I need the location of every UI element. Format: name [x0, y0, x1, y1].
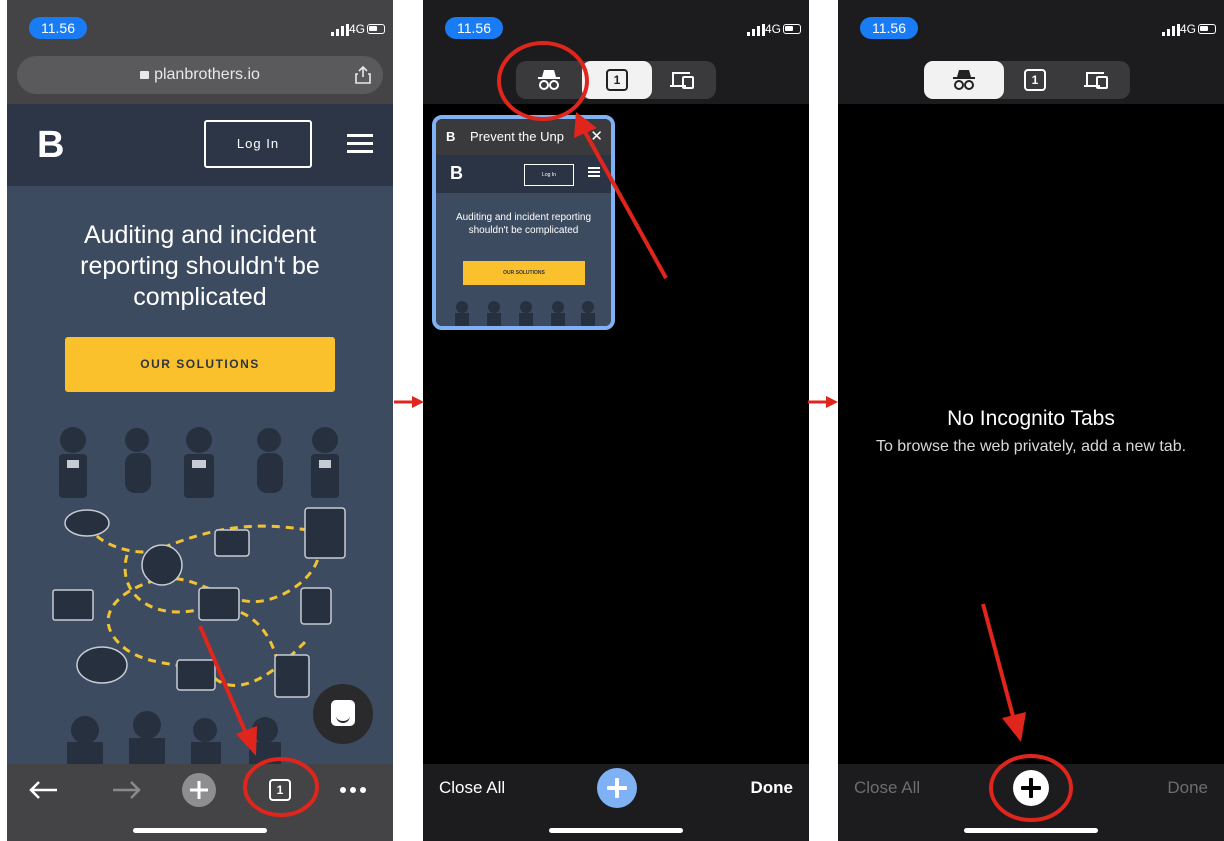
status-bar: 11.56 4G: [7, 0, 393, 46]
status-time: 11.56: [29, 17, 87, 39]
menu-icon[interactable]: [347, 134, 373, 154]
tab-group-switcher: 1: [516, 61, 716, 99]
tab-switcher-toolbar: Close All Done: [838, 764, 1224, 841]
back-arrow-icon[interactable]: [23, 772, 73, 808]
incognito-icon: [538, 70, 560, 90]
screen-incognito-tabs: 11.56 4G 1 No Incognito Tabs To browse t…: [838, 0, 1224, 841]
preview-cta: OUR SOLUTIONS: [463, 261, 585, 285]
home-indicator: [964, 828, 1098, 833]
empty-state-title: No Incognito Tabs: [947, 407, 1115, 430]
network-label: 4G: [348, 22, 365, 36]
home-indicator: [549, 828, 683, 833]
tab-group-switcher: 1: [924, 61, 1130, 99]
site-header: B Log In: [7, 104, 393, 186]
tab-count-badge: 1: [606, 69, 628, 91]
battery-icon: [783, 24, 801, 34]
battery-icon: [1198, 24, 1216, 34]
preview-login-button: Log In: [524, 164, 574, 186]
browser-toolbar: 1: [7, 764, 393, 841]
close-all-button[interactable]: Close All: [854, 778, 920, 798]
status-time: 11.56: [860, 17, 918, 39]
close-tab-icon[interactable]: ✕: [590, 127, 603, 145]
more-menu-icon[interactable]: [329, 772, 379, 808]
forward-arrow-icon[interactable]: [103, 772, 153, 808]
login-button[interactable]: Log In: [204, 120, 312, 168]
address-bar[interactable]: planbrothers.io: [17, 56, 383, 94]
regular-tabs-segment[interactable]: 1: [1004, 61, 1066, 99]
other-devices-segment[interactable]: [652, 61, 716, 99]
preview-logo: B: [450, 163, 463, 183]
preview-hero-title: Auditing and incident reporting shouldn'…: [455, 212, 592, 236]
home-indicator: [133, 828, 267, 833]
regular-tabs-segment[interactable]: 1: [582, 61, 652, 99]
tab-switcher-button[interactable]: 1: [269, 779, 291, 801]
preview-menu-icon: [588, 167, 600, 177]
screen-tab-switcher: 11.56 4G 1 B Prevent the Unp ✕ B Log In …: [423, 0, 809, 841]
signal-icon: [1162, 24, 1180, 36]
status-bar: 11.56 4G: [838, 0, 1224, 46]
incognito-tabs-segment[interactable]: [516, 61, 582, 99]
incognito-tabs-segment[interactable]: [924, 61, 1004, 99]
lock-icon: [140, 71, 150, 79]
empty-state-subtitle: To browse the web privately, add a new t…: [875, 438, 1187, 455]
url-text: planbrothers.io: [154, 66, 260, 83]
tab-favicon: B: [446, 129, 456, 144]
transition-arrow-2: [808, 396, 838, 408]
done-button[interactable]: Done: [1167, 778, 1208, 798]
tab-preview: B Log In Auditing and incident reporting…: [436, 155, 611, 326]
close-all-button[interactable]: Close All: [439, 778, 505, 798]
devices-icon: [1084, 72, 1108, 89]
tab-switcher-toolbar: Close All Done: [423, 764, 809, 841]
transition-arrow-1: [394, 396, 424, 408]
signal-icon: [331, 24, 349, 36]
signal-icon: [747, 24, 765, 36]
new-incognito-tab-button[interactable]: [1013, 770, 1049, 806]
tab-card-header: B Prevent the Unp ✕: [436, 119, 611, 155]
preview-header: B Log In: [436, 155, 611, 193]
new-tab-button[interactable]: [597, 768, 637, 808]
network-label: 4G: [1179, 22, 1196, 36]
screen-browser-page: 11.56 4G planbrothers.io B Log In Auditi…: [7, 0, 393, 841]
status-bar: 11.56 4G: [423, 0, 809, 46]
tab-count-badge: 1: [1024, 69, 1046, 91]
tab-thumbnail-card[interactable]: B Prevent the Unp ✕ B Log In Auditing an…: [432, 115, 615, 330]
share-icon[interactable]: [355, 66, 371, 84]
new-tab-plus-icon[interactable]: [174, 772, 224, 808]
other-devices-segment[interactable]: [1066, 61, 1130, 99]
our-solutions-button[interactable]: OUR SOLUTIONS: [65, 337, 335, 392]
chat-widget-button[interactable]: [313, 684, 373, 744]
battery-icon: [367, 24, 385, 34]
site-logo[interactable]: B: [37, 124, 64, 167]
tab-card-title: Prevent the Unp: [470, 129, 564, 144]
incognito-icon: [953, 70, 975, 90]
devices-icon: [670, 72, 694, 89]
preview-illustration: [455, 301, 595, 326]
hero-title: Auditing and incident reporting shouldn'…: [80, 221, 320, 311]
done-button[interactable]: Done: [751, 778, 794, 798]
network-label: 4G: [764, 22, 781, 36]
status-time: 11.56: [445, 17, 503, 39]
